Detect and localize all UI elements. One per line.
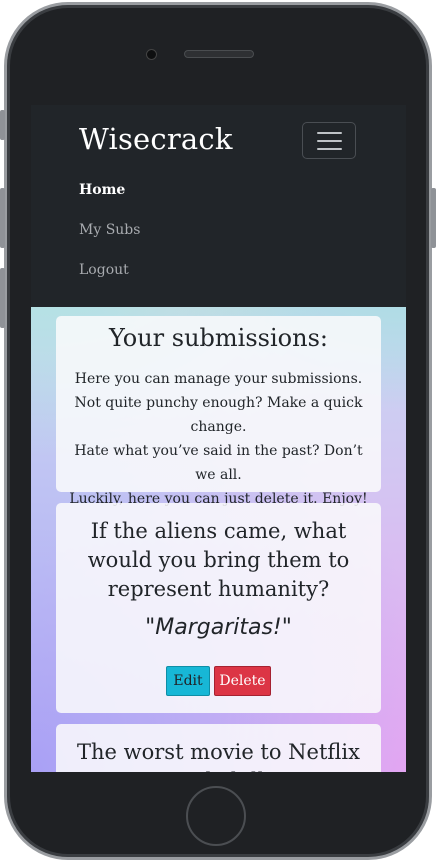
volume-down-button — [0, 268, 5, 328]
nav-link-logout[interactable]: Logout — [79, 262, 129, 278]
intro-card: Your submissions: Here you can manage yo… — [56, 316, 381, 507]
mute-switch — [0, 110, 5, 140]
intro-line: Not quite punchy enough? Make a quick — [74, 395, 363, 411]
nav-link-my-subs[interactable]: My Subs — [79, 222, 140, 238]
submission-answer: "Margaritas!" — [145, 615, 292, 640]
intro-text: Here you can manage your submissions. No… — [64, 367, 373, 511]
hamburger-menu-icon[interactable] — [302, 122, 356, 159]
submission-card: The worst movie to Netflix and chill — [56, 724, 381, 772]
brand-logo[interactable]: Wisecrack — [79, 122, 233, 156]
intro-line: change. — [190, 419, 247, 435]
navbar: Wisecrack Home My Subs Logout — [31, 105, 406, 307]
intro-line: Here you can manage your submissions. — [74, 371, 363, 387]
intro-line: Hate what you’ve said in the past? Don’t… — [74, 443, 363, 483]
page-title: Your submissions: — [109, 324, 328, 352]
edit-button[interactable]: Edit — [166, 666, 210, 696]
app-screen: Wisecrack Home My Subs Logout Your submi… — [31, 105, 406, 772]
camera-icon — [146, 49, 157, 60]
submission-prompt: The worst movie to Netflix and chill — [77, 740, 360, 772]
speaker-grille — [184, 50, 254, 58]
volume-up-button — [0, 188, 5, 248]
power-button — [431, 188, 436, 248]
submission-card: If the aliens came, what would you bring… — [56, 503, 381, 713]
delete-button[interactable]: Delete — [214, 666, 271, 696]
home-button[interactable] — [186, 786, 246, 846]
nav-link-home[interactable]: Home — [79, 182, 125, 198]
submission-prompt: If the aliens came, what would you bring… — [87, 519, 350, 601]
